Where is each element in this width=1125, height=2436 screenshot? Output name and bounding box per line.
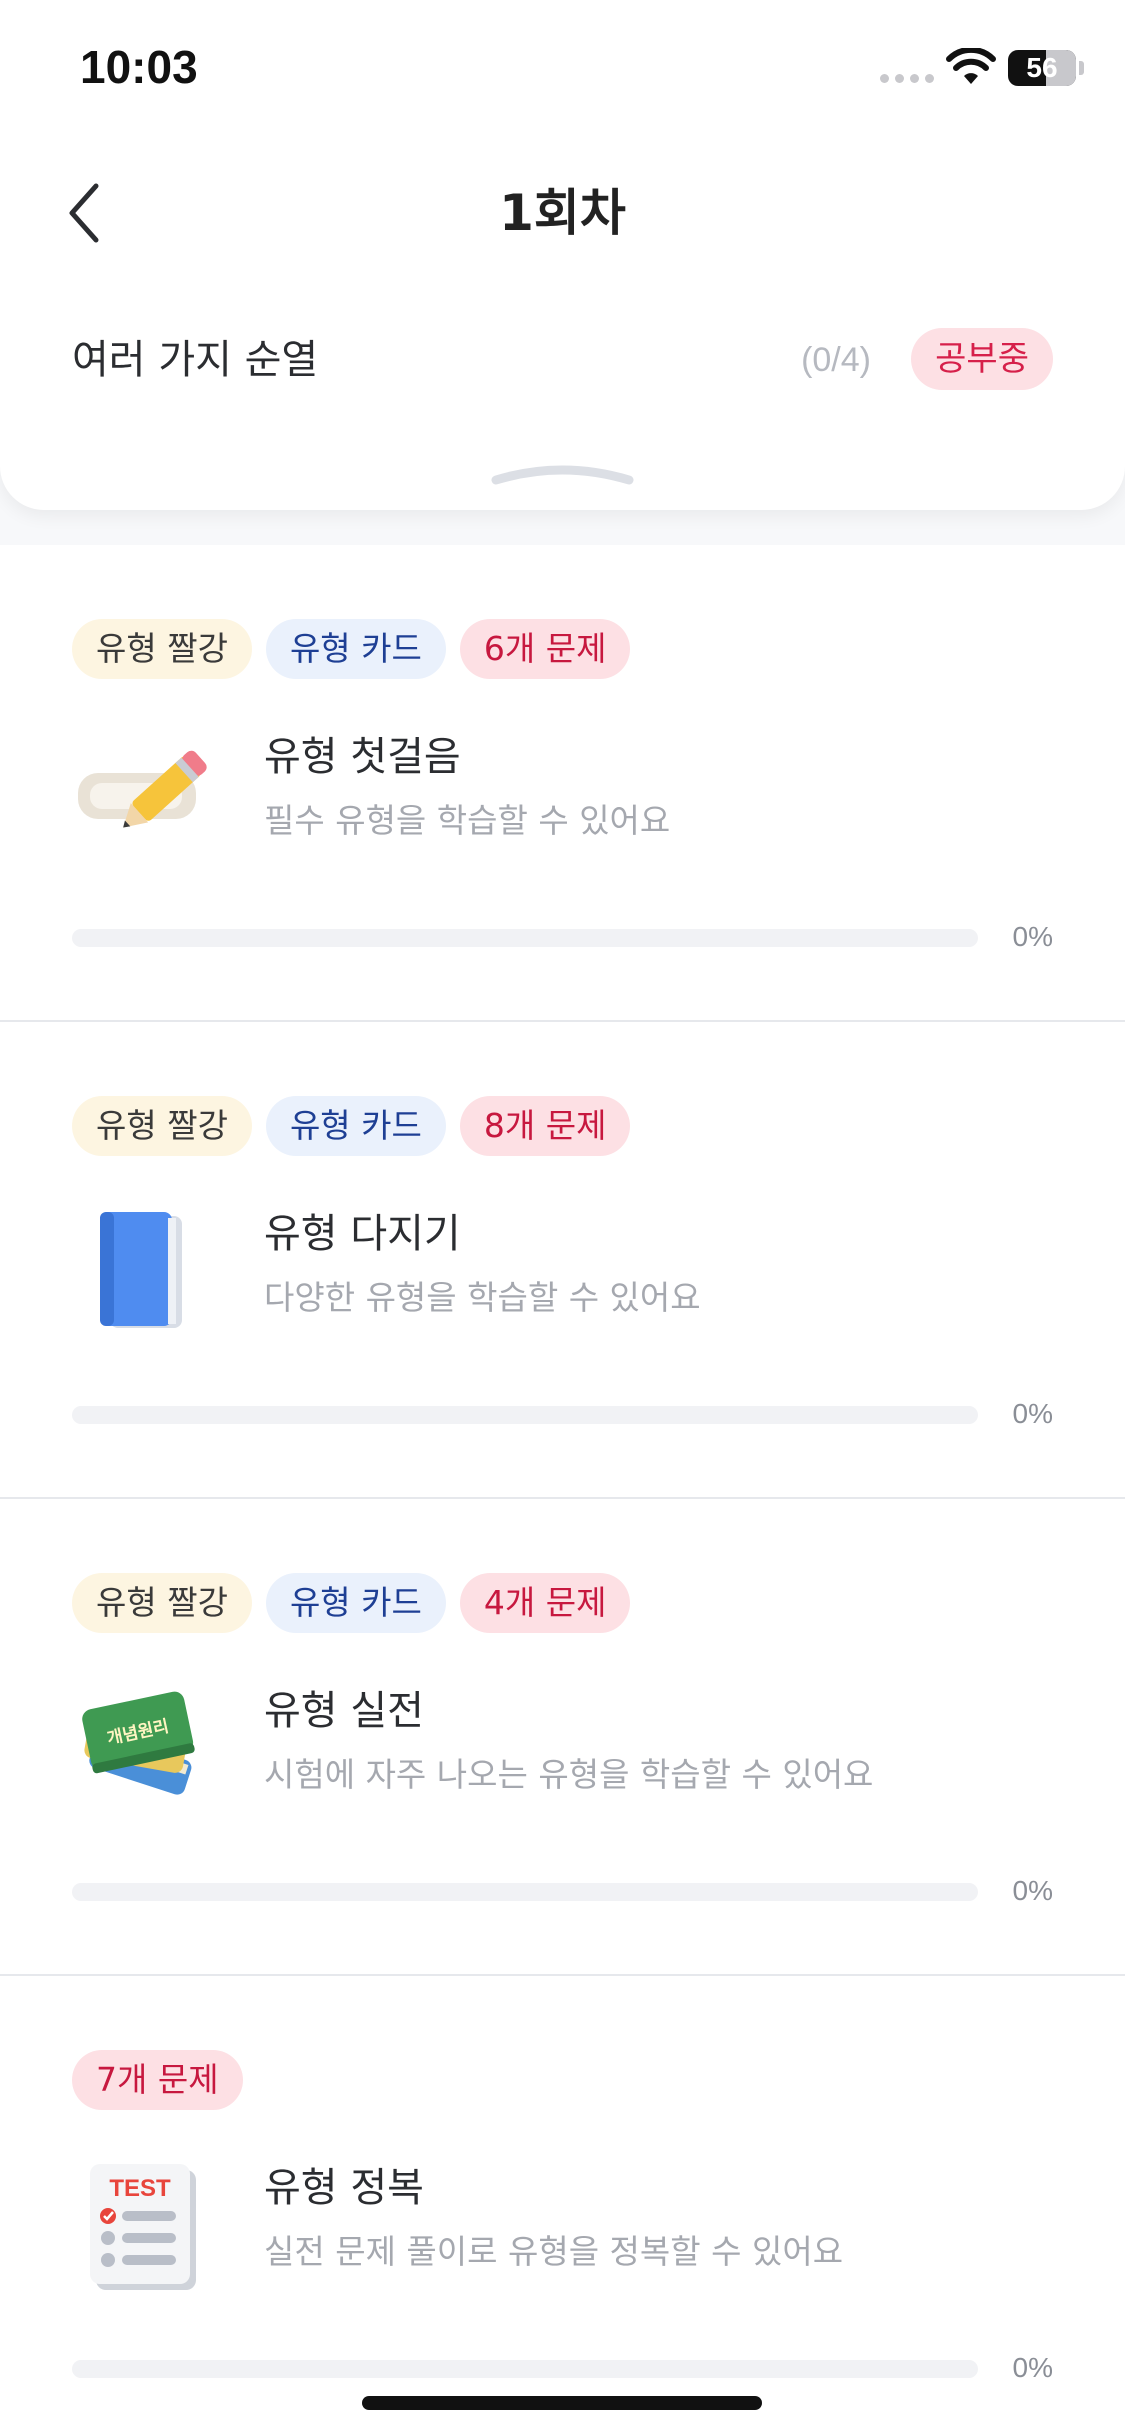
- tag-short-lecture[interactable]: 유형 짤강: [72, 1096, 252, 1156]
- step-list: 유형 짤강 유형 카드 6개 문제 유형 첫걸음 필수 유형을 학습할 수 있어…: [0, 545, 1125, 2436]
- page-title: 1회차: [499, 184, 626, 242]
- tag-group: 7개 문제: [72, 2050, 243, 2110]
- tag-group: 유형 짤강 유형 카드 4개 문제: [72, 1573, 631, 1633]
- cellular-signal-icon: [880, 74, 934, 83]
- battery-tip: [1079, 61, 1084, 75]
- step-card-first-steps[interactable]: 유형 짤강 유형 카드 6개 문제 유형 첫걸음 필수 유형을 학습할 수 있어…: [0, 545, 1125, 1022]
- step-title: 유형 정복: [264, 2165, 424, 2211]
- progress-percent: 0%: [1012, 921, 1053, 952]
- step-card-strengthen[interactable]: 유형 짤강 유형 카드 8개 문제 유형 다지기 다양한 유형을 학습할 수 있…: [0, 1022, 1125, 1499]
- tag-type-card[interactable]: 유형 카드: [265, 1096, 446, 1156]
- concept-books-icon: 개념원리: [82, 1691, 195, 1795]
- step-card-conquer[interactable]: 7개 문제 TEST 유형 정복 실전 문제 풀이로 유형을 정복할 수 있어요…: [0, 1976, 1125, 2436]
- unit-title: 여러 가지 순열: [72, 337, 319, 383]
- progress-percent: 0%: [1012, 1875, 1053, 1906]
- step-description: 다양한 유형을 학습할 수 있어요: [264, 1278, 701, 1317]
- tag-group: 유형 짤강 유형 카드 6개 문제: [72, 619, 631, 679]
- step-title: 유형 첫걸음: [264, 734, 461, 780]
- unit-progress-count: (0/4): [801, 341, 871, 379]
- tag-problem-count: 7개 문제: [72, 2050, 243, 2110]
- progress-percent: 0%: [1012, 2352, 1053, 2383]
- step-description: 필수 유형을 학습할 수 있어요: [264, 801, 671, 840]
- blue-book-icon: [100, 1212, 182, 1328]
- progress-bar: [72, 1883, 978, 1901]
- step-card-practice[interactable]: 유형 짤강 유형 카드 4개 문제 개념원리 유형 실전 시험에 자주 나오는 …: [0, 1499, 1125, 1976]
- sheet-handle-icon[interactable]: [490, 462, 635, 486]
- step-description: 실전 문제 풀이로 유형을 정복할 수 있어요: [264, 2232, 844, 2271]
- progress-bar: [72, 2360, 978, 2378]
- tag-group: 유형 짤강 유형 카드 8개 문제: [72, 1096, 631, 1156]
- wifi-icon: [946, 48, 996, 84]
- tag-short-lecture[interactable]: 유형 짤강: [72, 619, 252, 679]
- test-label-text: TEST: [109, 2175, 171, 2202]
- progress-bar: [72, 929, 978, 947]
- step-title: 유형 실전: [264, 1688, 424, 1734]
- home-indicator[interactable]: [362, 2396, 762, 2410]
- tag-short-lecture[interactable]: 유형 짤강: [72, 1573, 252, 1633]
- test-paper-icon: TEST: [90, 2164, 196, 2290]
- step-title: 유형 다지기: [264, 1211, 461, 1257]
- battery-level: 56: [1026, 52, 1058, 83]
- status-time: 10:03: [80, 41, 198, 93]
- pencil-eraser-icon: [78, 750, 207, 828]
- tag-problem-count: 8개 문제: [459, 1096, 631, 1156]
- progress-percent: 0%: [1012, 1398, 1053, 1429]
- status-badge: 공부중: [911, 328, 1053, 390]
- tag-type-card[interactable]: 유형 카드: [265, 619, 446, 679]
- battery-icon: 56: [1008, 50, 1076, 86]
- status-bar: 10:03 56: [0, 0, 1125, 130]
- tag-type-card[interactable]: 유형 카드: [265, 1573, 446, 1633]
- step-description: 시험에 자주 나오는 유형을 학습할 수 있어요: [264, 1755, 874, 1794]
- top-sheet: 10:03 56 1회차 여러 가지 순열 (0/4) 공부중: [0, 0, 1125, 510]
- tag-problem-count: 4개 문제: [459, 1573, 631, 1633]
- unit-header: 여러 가지 순열 (0/4) 공부중: [72, 328, 1053, 392]
- tag-problem-count: 6개 문제: [459, 619, 631, 679]
- progress-bar: [72, 1406, 978, 1424]
